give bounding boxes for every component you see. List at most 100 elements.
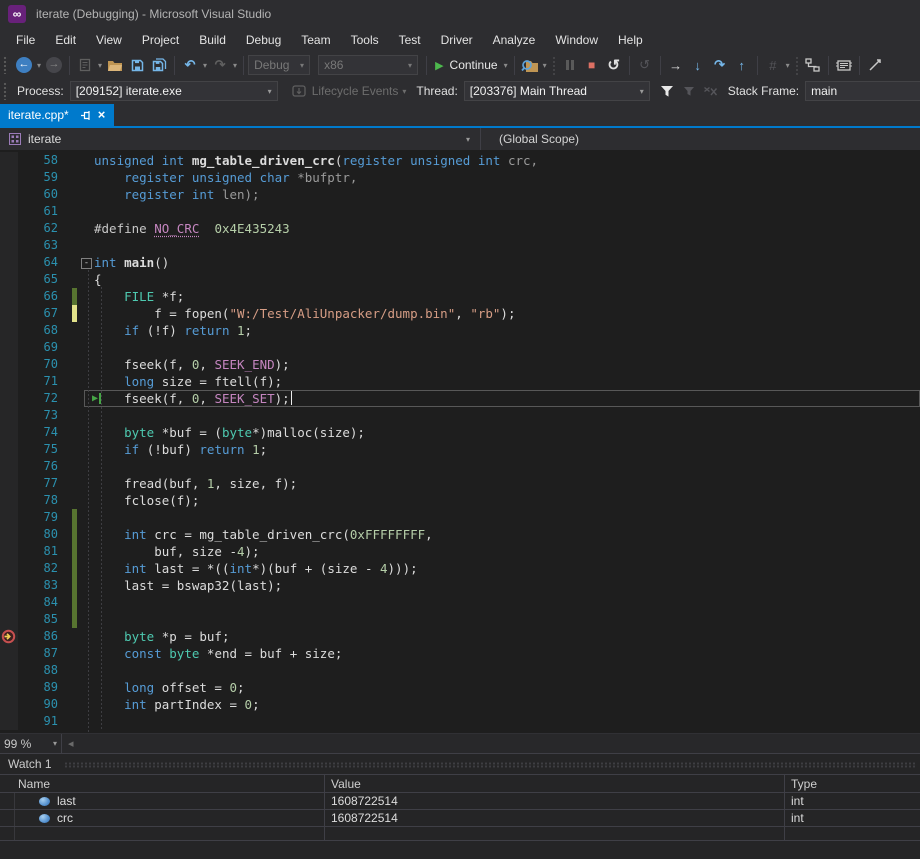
- code-text[interactable]: fread(buf, 1, size, f);: [84, 475, 920, 492]
- code-text[interactable]: #define NO_CRC 0x4E435243: [84, 220, 920, 237]
- solution-platform-combo[interactable]: x86▾: [318, 55, 418, 75]
- undo-button[interactable]: ↶: [179, 54, 201, 76]
- menu-help[interactable]: Help: [608, 30, 653, 50]
- breakpoint-margin[interactable]: [0, 169, 18, 186]
- column-header-value[interactable]: Value: [325, 775, 785, 792]
- breakpoint-margin[interactable]: [0, 390, 18, 407]
- show-next-statement-button[interactable]: →: [665, 54, 687, 76]
- lifecycle-events-label[interactable]: Lifecycle Events: [312, 84, 399, 98]
- navigate-backward-button[interactable]: ←: [13, 54, 35, 76]
- code-text[interactable]: int last = *((int*)(buf + (size - 4)));: [84, 560, 920, 577]
- suppress-notifications-button[interactable]: [700, 80, 722, 102]
- watch-row[interactable]: last1608722514int: [0, 793, 920, 810]
- watch-name-cell[interactable]: crc: [0, 810, 325, 826]
- zoom-combo[interactable]: 99 % ▾: [0, 734, 62, 753]
- breakpoint-margin[interactable]: [0, 628, 18, 645]
- step-backward-button[interactable]: ↺: [634, 54, 656, 76]
- filter-threads-button[interactable]: [656, 80, 678, 102]
- menu-debug[interactable]: Debug: [236, 30, 291, 50]
- diagnostic-tools-dropdown[interactable]: ▾: [541, 61, 549, 70]
- run-to-cursor-icon[interactable]: ▶: [92, 390, 101, 407]
- continue-button[interactable]: ▶ Continue: [431, 54, 502, 76]
- menu-edit[interactable]: Edit: [45, 30, 86, 50]
- breakpoint-margin[interactable]: [0, 220, 18, 237]
- memory-window-button[interactable]: [833, 54, 855, 76]
- code-text[interactable]: int partIndex = 0;: [84, 696, 920, 713]
- lifecycle-dropdown[interactable]: ▾: [400, 87, 408, 96]
- breakpoint-margin[interactable]: [0, 373, 18, 390]
- breakpoint-margin[interactable]: [0, 186, 18, 203]
- menu-file[interactable]: File: [6, 30, 45, 50]
- breakpoint-margin[interactable]: [0, 713, 18, 730]
- watch-row[interactable]: crc1608722514int: [0, 810, 920, 827]
- breakpoint-margin[interactable]: [0, 152, 18, 169]
- code-text[interactable]: register int len);: [84, 186, 920, 203]
- new-file-dropdown[interactable]: ▾: [96, 61, 104, 70]
- breakpoint-margin[interactable]: [0, 458, 18, 475]
- navigate-backward-dropdown[interactable]: ▾: [35, 61, 43, 70]
- code-text[interactable]: long size = ftell(f);: [84, 373, 920, 390]
- watch-panel-titlebar[interactable]: Watch 1: [0, 754, 920, 774]
- code-text[interactable]: fseek(f, 0, SEEK_END);: [84, 356, 920, 373]
- stop-debugging-button[interactable]: ■: [581, 54, 603, 76]
- menu-driver[interactable]: Driver: [431, 30, 483, 50]
- step-out-button[interactable]: ↑: [731, 54, 753, 76]
- code-text[interactable]: -int main(): [84, 254, 920, 271]
- breakpoint-margin[interactable]: [0, 679, 18, 696]
- step-into-button[interactable]: ↓: [687, 54, 709, 76]
- menu-team[interactable]: Team: [291, 30, 340, 50]
- types-dropdown[interactable]: iterate ▾: [0, 128, 480, 150]
- immediate-tool-button[interactable]: [864, 54, 886, 76]
- code-text[interactable]: [84, 339, 920, 356]
- watch-name-cell[interactable]: last: [0, 793, 325, 809]
- breakpoint-margin[interactable]: [0, 441, 18, 458]
- pin-tab-button[interactable]: [80, 110, 92, 121]
- toolbar-grip[interactable]: [3, 56, 8, 74]
- breakpoint-margin[interactable]: [0, 492, 18, 509]
- code-text[interactable]: const byte *end = buf + size;: [84, 645, 920, 662]
- process-combo[interactable]: [209152] iterate.exe ▾: [70, 81, 278, 101]
- breakpoint-margin[interactable]: [0, 305, 18, 322]
- collapse-toggle[interactable]: -: [81, 258, 92, 269]
- code-text[interactable]: register unsigned char *bufptr,: [84, 169, 920, 186]
- breakpoint-margin[interactable]: [0, 577, 18, 594]
- continue-dropdown[interactable]: ▾: [502, 61, 510, 70]
- breakpoint-margin[interactable]: [0, 203, 18, 220]
- toolbar-grip[interactable]: [3, 82, 8, 100]
- breakpoint-margin[interactable]: [0, 254, 18, 271]
- column-header-type[interactable]: Type: [785, 775, 920, 792]
- members-dropdown[interactable]: (Global Scope): [481, 132, 579, 146]
- watch-add-row[interactable]: [0, 827, 920, 841]
- menu-view[interactable]: View: [86, 30, 132, 50]
- breakpoint-margin[interactable]: [0, 271, 18, 288]
- new-file-button[interactable]: [74, 54, 96, 76]
- diagnostic-tools-button[interactable]: [519, 54, 541, 76]
- menu-analyze[interactable]: Analyze: [483, 30, 546, 50]
- watch-variable-value[interactable]: 1608722514: [325, 793, 785, 809]
- code-editor[interactable]: 58unsigned int mg_table_driven_crc(regis…: [0, 150, 920, 733]
- menu-build[interactable]: Build: [189, 30, 236, 50]
- code-text[interactable]: {: [84, 271, 920, 288]
- code-text[interactable]: [84, 662, 920, 679]
- close-tab-button[interactable]: ×: [98, 109, 106, 121]
- code-text[interactable]: [84, 237, 920, 254]
- stack-frame-combo[interactable]: main: [805, 81, 920, 101]
- breakpoint-margin[interactable]: [0, 339, 18, 356]
- breakpoint-margin[interactable]: [0, 526, 18, 543]
- code-text[interactable]: buf, size -4);: [84, 543, 920, 560]
- code-text[interactable]: [84, 713, 920, 730]
- code-text[interactable]: [84, 611, 920, 628]
- breakpoint-margin[interactable]: [0, 237, 18, 254]
- menu-project[interactable]: Project: [132, 30, 189, 50]
- threads-dropdown[interactable]: ▾: [784, 61, 792, 70]
- breakpoint-margin[interactable]: [0, 594, 18, 611]
- code-text[interactable]: [84, 458, 920, 475]
- redo-button[interactable]: ↷: [209, 54, 231, 76]
- solution-configuration-combo[interactable]: Debug▾: [248, 55, 310, 75]
- code-text[interactable]: long offset = 0;: [84, 679, 920, 696]
- code-text[interactable]: [84, 594, 920, 611]
- breakpoint-margin[interactable]: [0, 662, 18, 679]
- thread-combo[interactable]: [203376] Main Thread ▾: [464, 81, 650, 101]
- code-text[interactable]: ▶ fseek(f, 0, SEEK_SET);: [84, 390, 920, 407]
- code-text[interactable]: [84, 407, 920, 424]
